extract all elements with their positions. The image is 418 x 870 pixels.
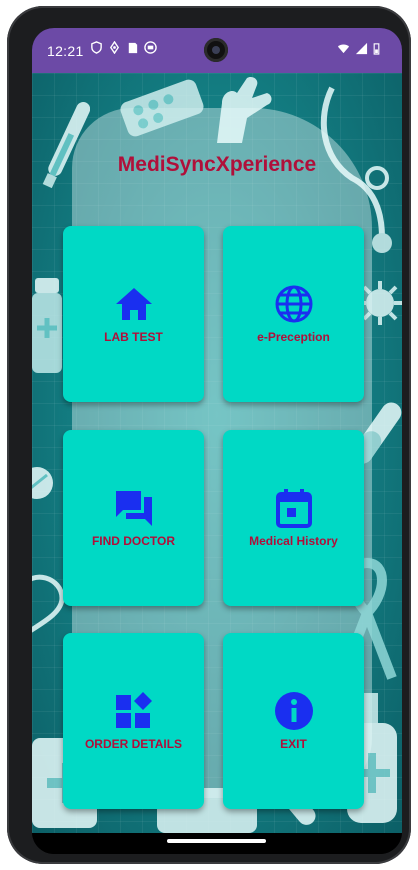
wifi-icon (337, 42, 350, 55)
phone-frame: 12:21 MediSyncXperience LAB TEST e-Prece… (7, 6, 411, 864)
navigation-bar (32, 833, 402, 854)
pill-icon (32, 467, 53, 499)
find-doctor-card[interactable]: FIND DOCTOR (63, 430, 204, 606)
android-icon (144, 41, 157, 54)
order-details-label: ORDER DETAILS (84, 737, 183, 751)
find-doctor-label: FIND DOCTOR (91, 534, 176, 548)
medical-history-label: Medical History (249, 534, 338, 548)
e-preception-card[interactable]: e-Preception (223, 226, 364, 402)
signal-icon (355, 42, 368, 55)
app-title: MediSyncXperience (117, 153, 317, 176)
front-camera (204, 38, 228, 62)
menu-grid: LAB TEST e-Preception FIND DOCTOR Medica… (63, 226, 364, 812)
lab-test-card[interactable]: LAB TEST (63, 226, 204, 402)
chat-icon (115, 491, 152, 526)
thermometer-icon (42, 102, 90, 189)
status-bar: 12:21 (32, 28, 402, 73)
status-time: 12:21 (47, 43, 84, 59)
globe-icon (275, 285, 312, 323)
sd-card-icon (126, 41, 139, 54)
home-icon (115, 288, 152, 320)
screen: 12:21 MediSyncXperience LAB TEST e-Prece… (32, 28, 402, 854)
exit-label: EXIT (280, 737, 307, 751)
app-background: MediSyncXperience LAB TEST e-Preception (32, 73, 402, 833)
calendar-icon (275, 489, 312, 528)
glove-icon (217, 76, 272, 143)
order-details-card[interactable]: ORDER DETAILS (63, 633, 204, 809)
lab-test-label: LAB TEST (104, 330, 163, 344)
battery-icon (373, 42, 380, 55)
medical-history-card[interactable]: Medical History (223, 430, 364, 606)
exit-card[interactable]: EXIT (223, 633, 364, 809)
home-indicator[interactable] (167, 839, 266, 843)
location-arrow-icon (108, 40, 121, 55)
e-preception-label: e-Preception (257, 330, 330, 344)
info-icon (274, 692, 313, 730)
widgets-icon (115, 692, 152, 728)
pill-pack-icon (120, 79, 204, 137)
shield-icon (90, 41, 103, 54)
